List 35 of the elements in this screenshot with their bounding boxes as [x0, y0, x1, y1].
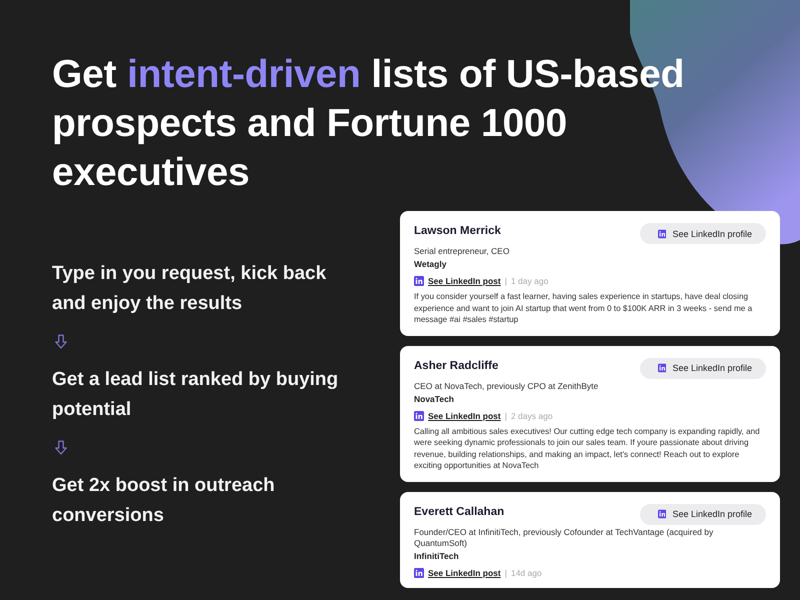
linkedin-icon: [658, 363, 666, 373]
linkedin-profile-button[interactable]: See LinkedIn profile: [640, 358, 766, 378]
linkedin-icon: [414, 410, 424, 420]
step-text: Type in you request, kick back and enjoy the results: [52, 262, 328, 316]
linkedin-icon: [658, 509, 666, 519]
person-role: Founder/CEO at InfinitiTech, previously Cofounder at TechVantage (acquired by QuantumSoft): [414, 526, 714, 548]
person-name: Lawson Merrick: [414, 225, 501, 237]
separator: |: [504, 568, 507, 578]
person-name: Everett Callahan: [414, 506, 504, 518]
post-text: Calling all ambitious sales executives! Our cutting edge tech company is expanding rapidly, and were seeking dynamic professionals to join our sales team. If youre passionate about driving revenue, building relationships, and making an impact, let's connect! Reach out to explore exciting opportunities at NovaTech: [414, 426, 761, 472]
linkedin-profile-button[interactable]: See LinkedIn profile: [640, 223, 766, 244]
down-arrow-icon: [52, 439, 70, 457]
separator: |: [504, 276, 507, 286]
headline: Get intent-driven lists of US-based prospects and Fortune 1000 executives: [52, 52, 686, 196]
post-time: 14d ago: [510, 568, 542, 578]
step-text: Get 2x boost in outreach conversions: [52, 474, 276, 528]
linkedin-icon: [414, 568, 424, 578]
linkedin-profile-button[interactable]: See LinkedIn profile: [640, 504, 766, 524]
post-time: 2 days ago: [510, 410, 553, 420]
post-text: If you consider yourself a fast learner, having sales experience in startups, have deal closing experience and want to join AI startup that went from 0 to $100K ARR in 3 weeks - send me a message #ai #sales #startup: [414, 291, 754, 326]
company-name: Wetagly: [414, 259, 448, 269]
linkedin-post-link[interactable]: See LinkedIn post: [428, 568, 501, 578]
step-text: Get a lead list ranked by buying potential: [52, 368, 340, 422]
linkedin-icon: [414, 276, 424, 286]
linkedin-icon: [658, 228, 666, 238]
linkedin-post-link[interactable]: See LinkedIn post: [428, 276, 501, 286]
linkedin-post-link[interactable]: See LinkedIn post: [428, 410, 501, 420]
post-time: 1 day ago: [510, 276, 548, 286]
person-role: Serial entrepreneur, CEO: [414, 246, 510, 257]
person-role: CEO at NovaTech, previously CPO at ZenithByte: [414, 380, 600, 392]
separator: |: [504, 410, 507, 420]
company-name: NovaTech: [414, 394, 455, 404]
person-name: Asher Radcliffe: [414, 360, 498, 372]
company-name: InfinitiTech: [414, 550, 460, 560]
down-arrow-icon: [52, 333, 70, 351]
